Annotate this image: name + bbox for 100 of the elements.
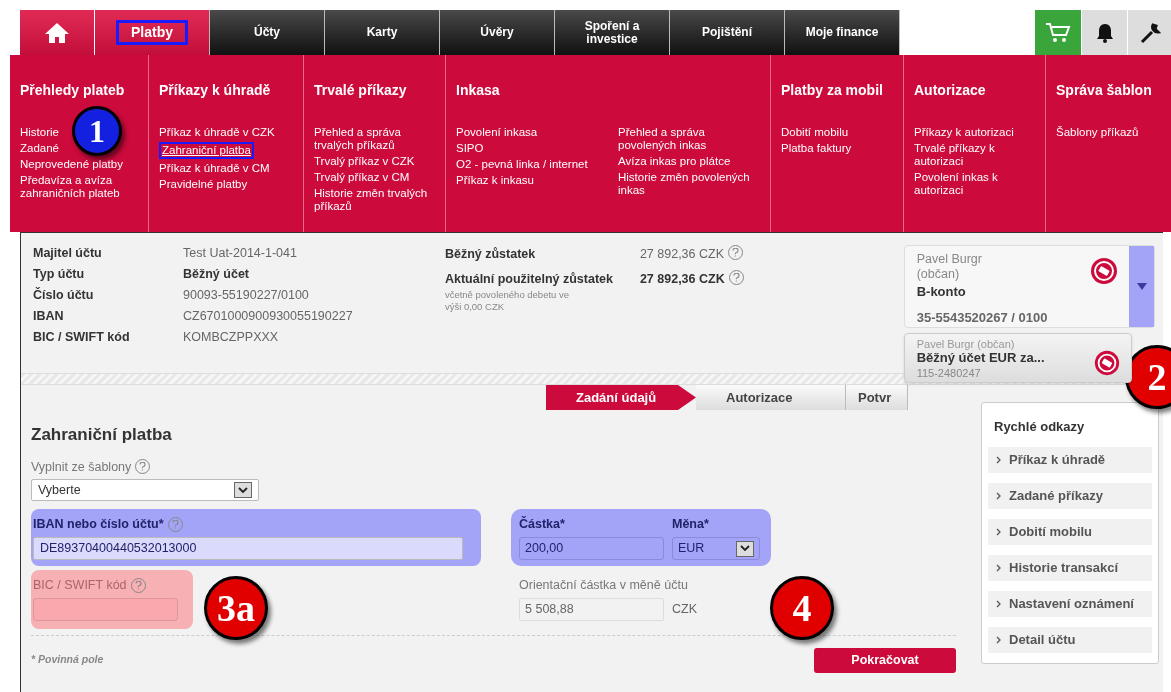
- notifications-button[interactable]: [1081, 10, 1127, 55]
- info-label: Majitel účtu: [33, 245, 103, 262]
- nav-tab[interactable]: Moje finance: [785, 10, 900, 55]
- menu-link[interactable]: Avíza inkas pro plátce: [618, 155, 731, 168]
- iban-field[interactable]: DE89370400440532013000: [33, 537, 463, 560]
- account-name: B-konto: [916, 283, 967, 301]
- chevron-icon: [996, 599, 1001, 608]
- menu-link[interactable]: Zahraniční platba: [159, 142, 254, 159]
- menu-link[interactable]: Příkazy k autorizaci: [914, 126, 1014, 139]
- settings-button[interactable]: [1127, 10, 1171, 55]
- balance-amount: 27 892,36 CZK: [639, 270, 725, 288]
- chevron-icon: [996, 455, 1001, 464]
- menu-link[interactable]: Šablony příkazů: [1056, 126, 1139, 139]
- required-note: * Povinná pole: [31, 652, 104, 668]
- account-number: 115-2480247: [916, 366, 982, 381]
- menu-link[interactable]: Předavíza a avíza zahraničních plateb: [20, 174, 138, 200]
- continue-button[interactable]: Pokračovat: [814, 647, 956, 673]
- currency-select[interactable]: EUR: [672, 537, 760, 560]
- field-label: BIC / SWIFT kód: [33, 577, 127, 594]
- menu-link[interactable]: Neprovedené platby: [20, 158, 123, 171]
- chevron-icon: [996, 491, 1001, 500]
- form-title: Zahraniční platba: [31, 424, 173, 446]
- quick-link[interactable]: Zadané příkazy: [988, 482, 1152, 509]
- menu-heading[interactable]: Platby za mobil: [781, 80, 893, 101]
- menu-heading[interactable]: Přehledy plateb: [20, 80, 138, 101]
- card-icon: [1089, 256, 1119, 286]
- menu-link[interactable]: Historie: [20, 126, 59, 139]
- quick-link[interactable]: Historie transakcí: [988, 554, 1152, 581]
- home-icon: [44, 21, 70, 44]
- menu-link[interactable]: Příkaz k inkasu: [456, 174, 534, 187]
- nav-tab[interactable]: Úvěry: [440, 10, 555, 55]
- menu-link[interactable]: Přehled a správa povolených inkas: [618, 126, 760, 152]
- menu-heading[interactable]: Příkazy k úhradě: [159, 80, 293, 101]
- chevron-icon: [996, 527, 1001, 536]
- field-label: IBAN nebo číslo účtu*: [33, 516, 164, 534]
- home-tab[interactable]: [20, 10, 95, 55]
- account-number: 35-5543520267 / 0100: [916, 308, 1049, 327]
- chevron-icon: [996, 563, 1001, 572]
- account-card[interactable]: Pavel Burgr (občan) B-konto 35-5543520267 / 0100: [903, 245, 1155, 328]
- currency-unit: CZK: [672, 600, 697, 618]
- nav-tab[interactable]: Účty: [210, 10, 325, 55]
- account-owner: Pavel Burgr (občan): [916, 252, 983, 282]
- balance-label: Aktuální použitelný zůstatek: [444, 270, 614, 288]
- cart-icon: [1045, 21, 1071, 44]
- account-owner: Pavel Burgr (občan): [916, 338, 1016, 350]
- menu-link[interactable]: Trvalý příkaz v CM: [314, 171, 410, 184]
- field-label: Orientační částka v měně účtu: [519, 577, 689, 594]
- menu-link[interactable]: SIPO: [456, 142, 484, 155]
- chevron-icon: [996, 635, 1001, 644]
- menu-link[interactable]: Příkaz k úhradě v CZK: [159, 126, 275, 139]
- account-name: Běžný účet EUR za...: [916, 350, 1046, 365]
- menu-heading[interactable]: Trvalé příkazy: [314, 80, 435, 101]
- menu-heading[interactable]: Inkasa: [456, 80, 760, 101]
- menu-link[interactable]: Historie změn trvalých příkazů: [314, 187, 435, 213]
- info-value: KOMBCZPPXXX: [183, 329, 279, 346]
- menu-link[interactable]: Historie změn povolených inkas: [618, 171, 760, 197]
- caret-icon: [1136, 283, 1147, 290]
- info-label: Typ účtu: [33, 266, 86, 283]
- menu-link[interactable]: Trvalé příkazy k autorizaci: [914, 142, 1035, 168]
- info-value: CZ6701000900930055190227: [183, 308, 353, 325]
- menu-link[interactable]: Pravidelné platby: [159, 178, 248, 191]
- balance-note: včetně povoleného debetu ve výši 0,00 CZK: [444, 288, 570, 313]
- balance-amount: 27 892,36 CZK: [639, 246, 724, 263]
- account-card[interactable]: Pavel Burgr (občan) Běžný účet EUR za... 115-2480247: [903, 333, 1132, 383]
- info-label: BIC / SWIFT kód: [33, 329, 131, 346]
- menu-link[interactable]: Povolení inkas k autorizaci: [914, 171, 1035, 197]
- field-label: Částka*: [519, 515, 566, 534]
- balance-label: Běžný zůstatek: [444, 246, 537, 263]
- template-select[interactable]: Vyberte: [31, 479, 259, 502]
- menu-heading[interactable]: Autorizace: [914, 80, 1035, 101]
- menu-link[interactable]: Dobití mobilu: [781, 126, 849, 139]
- menu-link[interactable]: O2 - pevná linka / internet: [456, 158, 588, 171]
- amount-field[interactable]: 200,00: [519, 537, 664, 560]
- estimate-field: 5 508,88: [519, 597, 664, 621]
- quick-link[interactable]: Detail účtu: [988, 626, 1152, 653]
- panel-title: Rychlé odkazy: [993, 418, 1086, 436]
- menu-link[interactable]: Zadané: [20, 142, 59, 155]
- info-value: Běžný účet: [183, 266, 249, 283]
- field-label: Měna*: [672, 516, 710, 534]
- menu-link[interactable]: Povolení inkasa: [456, 126, 538, 139]
- bic-field[interactable]: [33, 597, 178, 621]
- menu-link[interactable]: Platba faktury: [781, 142, 852, 155]
- info-value: Test Uat-2014-1-041: [183, 245, 297, 262]
- menu-heading[interactable]: Správa šablon: [1056, 80, 1171, 101]
- wrench-icon: [1138, 21, 1161, 44]
- nav-tab[interactable]: Karty: [325, 10, 440, 55]
- field-label: Vyplnit ze šablony: [31, 458, 132, 476]
- card-icon: [1092, 349, 1121, 377]
- info-label: IBAN: [33, 308, 65, 325]
- quick-link[interactable]: Dobití mobilu: [988, 518, 1152, 545]
- menu-link[interactable]: Přehled a správa trvalých příkazů: [314, 126, 435, 152]
- nav-tab[interactable]: Spoření a investice: [555, 10, 670, 55]
- quick-link[interactable]: Příkaz k úhradě: [988, 446, 1152, 473]
- quick-link[interactable]: Nastavení oznámení: [988, 590, 1152, 617]
- menu-link[interactable]: Příkaz k úhradě v CM: [159, 162, 270, 175]
- nav-tab[interactable]: Platby: [95, 10, 210, 55]
- bell-icon: [1095, 22, 1114, 43]
- nav-tab[interactable]: Pojištění: [670, 10, 785, 55]
- menu-link[interactable]: Trvalý příkaz v CZK: [314, 155, 415, 168]
- info-label: Číslo účtu: [33, 287, 95, 304]
